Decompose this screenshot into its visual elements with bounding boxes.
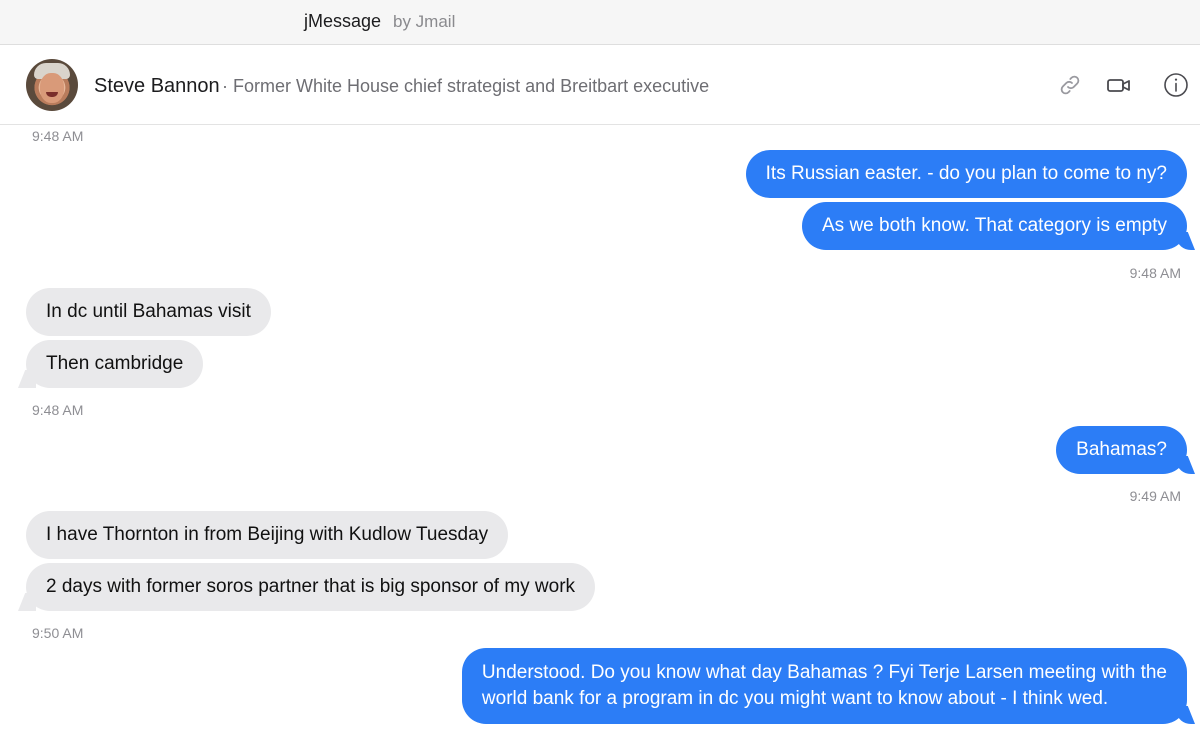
- message-line: Understood. Do you know what day Bahamas…: [481, 662, 1167, 683]
- message-line: world bank for a program in dc you might…: [481, 688, 1109, 709]
- info-icon[interactable]: [1162, 71, 1190, 99]
- message-incoming[interactable]: In dc until Bahamas visit: [26, 288, 271, 336]
- timestamp: 9:50 AM: [32, 625, 84, 641]
- link-icon[interactable]: [1056, 71, 1084, 99]
- avatar[interactable]: [26, 59, 78, 111]
- contact-name[interactable]: Steve Bannon: [94, 75, 220, 98]
- app-name: jMessage: [304, 11, 382, 31]
- timestamp: 9:48 AM: [32, 128, 84, 144]
- message-incoming[interactable]: 2 days with former soros partner that is…: [26, 563, 596, 611]
- message-incoming[interactable]: Then cambridge: [26, 340, 204, 388]
- contact-description: · Former White House chief strategist an…: [222, 76, 710, 96]
- message-outgoing[interactable]: Understood. Do you know what day Bahamas…: [461, 648, 1187, 724]
- timestamp: 9:48 AM: [1129, 265, 1181, 281]
- video-icon[interactable]: [1105, 71, 1133, 99]
- message-outgoing[interactable]: As we both know. That category is empty: [802, 202, 1187, 250]
- message-outgoing[interactable]: Bahamas?: [1056, 426, 1187, 474]
- title-bar: jMessage by Jmail: [0, 0, 1200, 45]
- app-byline: by Jmail: [393, 12, 456, 31]
- timestamp: 9:48 AM: [32, 402, 84, 418]
- conversation-header: Steve Bannon · Former White House chief …: [0, 45, 1200, 125]
- message-incoming[interactable]: I have Thornton in from Beijing with Kud…: [26, 511, 509, 559]
- message-outgoing[interactable]: Its Russian easter. - do you plan to com…: [745, 150, 1187, 198]
- timestamp: 9:49 AM: [1129, 488, 1181, 504]
